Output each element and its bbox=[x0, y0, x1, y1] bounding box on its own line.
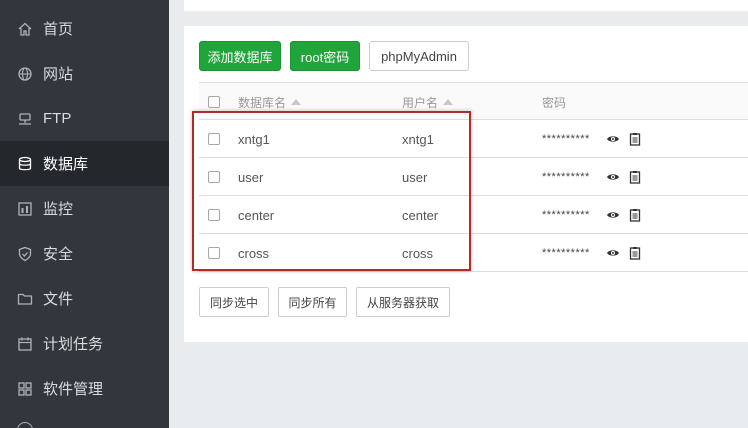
sidebar-item-label: 安全 bbox=[43, 246, 74, 263]
sort-asc-icon bbox=[291, 99, 302, 105]
row-checkbox[interactable] bbox=[208, 158, 220, 196]
db-name-cell: user bbox=[238, 169, 264, 185]
user-name-cell: user bbox=[402, 169, 428, 185]
sidebar-item-monitor[interactable]: 监控 bbox=[0, 186, 169, 231]
root-password-button[interactable]: root密码 bbox=[290, 41, 360, 71]
database-icon bbox=[17, 156, 33, 172]
ftp-icon bbox=[17, 111, 33, 127]
sidebar-item-partial bbox=[17, 418, 77, 428]
sidebar-item-label: FTP bbox=[43, 110, 72, 127]
sidebar-item-label: 文件 bbox=[43, 291, 74, 308]
user-name-cell: cross bbox=[402, 245, 434, 261]
column-header-label: 数据库名 bbox=[238, 95, 287, 110]
password-cell: ********** bbox=[542, 247, 590, 259]
db-name-cell: cross bbox=[238, 245, 270, 261]
copy-password-button[interactable] bbox=[628, 196, 642, 234]
sidebar-item-database[interactable]: 数据库 bbox=[0, 141, 169, 186]
row-checkbox[interactable] bbox=[208, 234, 220, 272]
password-cell: ********** bbox=[542, 209, 590, 221]
show-password-button[interactable] bbox=[606, 196, 620, 234]
sidebar-item-label: 网站 bbox=[43, 66, 74, 83]
sync-selected-button[interactable]: 同步选中 bbox=[199, 287, 269, 317]
user-name-cell: center bbox=[402, 207, 439, 223]
sidebar-item-home[interactable]: 首页 bbox=[0, 6, 169, 51]
row-checkbox[interactable] bbox=[208, 120, 220, 158]
top-panel bbox=[184, 0, 748, 11]
row-checkbox[interactable] bbox=[208, 196, 220, 234]
sidebar-item-website[interactable]: 网站 bbox=[0, 51, 169, 96]
db-name-cell: center bbox=[238, 207, 275, 223]
table-header: 数据库名 用户名 密码 bbox=[199, 82, 748, 120]
apps-icon bbox=[17, 381, 33, 397]
fetch-from-server-button[interactable]: 从服务器获取 bbox=[356, 287, 450, 317]
monitor-icon bbox=[17, 201, 33, 217]
sort-asc-icon bbox=[443, 99, 454, 105]
copy-password-button[interactable] bbox=[628, 120, 642, 158]
home-icon bbox=[17, 21, 33, 37]
password-cell: ********** bbox=[542, 133, 590, 145]
show-password-button[interactable] bbox=[606, 234, 620, 272]
sidebar-item-label: 监控 bbox=[43, 201, 74, 218]
column-header-password: 密码 bbox=[542, 95, 567, 110]
column-header-db-name[interactable]: 数据库名 bbox=[238, 83, 302, 121]
show-password-button[interactable] bbox=[606, 120, 620, 158]
select-all-checkbox[interactable] bbox=[208, 83, 220, 121]
sidebar-item-ftp[interactable]: FTP bbox=[0, 96, 169, 141]
sidebar-item-label: 软件管理 bbox=[43, 381, 104, 398]
column-header-label: 用户名 bbox=[402, 95, 439, 110]
table-row: user user ********** bbox=[199, 158, 748, 196]
column-header-user-name[interactable]: 用户名 bbox=[402, 83, 454, 121]
sidebar-item-security[interactable]: 安全 bbox=[0, 231, 169, 276]
sidebar-item-label: 计划任务 bbox=[43, 336, 104, 353]
eye-icon bbox=[606, 132, 620, 146]
sidebar-item-label: 数据库 bbox=[43, 156, 89, 173]
copy-password-button[interactable] bbox=[628, 158, 642, 196]
add-database-button[interactable]: 添加数据库 bbox=[199, 41, 281, 71]
show-password-button[interactable] bbox=[606, 158, 620, 196]
clipboard-icon bbox=[628, 208, 642, 222]
sidebar-item-files[interactable]: 文件 bbox=[0, 276, 169, 321]
eye-icon bbox=[606, 170, 620, 184]
table-row: cross cross ********** bbox=[199, 234, 748, 272]
phpmyadmin-button[interactable]: phpMyAdmin bbox=[369, 41, 469, 71]
calendar-icon bbox=[17, 336, 33, 352]
globe-icon bbox=[17, 66, 33, 82]
eye-icon bbox=[606, 208, 620, 222]
clipboard-icon bbox=[628, 170, 642, 184]
sidebar: 首页 网站 FTP 数据库 监控 安全 文件 计划任务 软件管理 bbox=[0, 0, 169, 428]
clipboard-icon bbox=[628, 132, 642, 146]
copy-password-button[interactable] bbox=[628, 234, 642, 272]
clipboard-icon bbox=[628, 246, 642, 260]
sidebar-item-software[interactable]: 软件管理 bbox=[0, 366, 169, 411]
sidebar-item-cron[interactable]: 计划任务 bbox=[0, 321, 169, 366]
eye-icon bbox=[606, 246, 620, 260]
password-cell: ********** bbox=[542, 171, 590, 183]
table-row: center center ********** bbox=[199, 196, 748, 234]
db-name-cell: xntg1 bbox=[238, 131, 270, 147]
user-name-cell: xntg1 bbox=[402, 131, 434, 147]
folder-icon bbox=[17, 291, 33, 307]
shield-icon bbox=[17, 246, 33, 262]
sidebar-item-label: 首页 bbox=[43, 21, 74, 38]
sync-all-button[interactable]: 同步所有 bbox=[278, 287, 347, 317]
table-row: xntg1 xntg1 ********** bbox=[199, 120, 748, 158]
